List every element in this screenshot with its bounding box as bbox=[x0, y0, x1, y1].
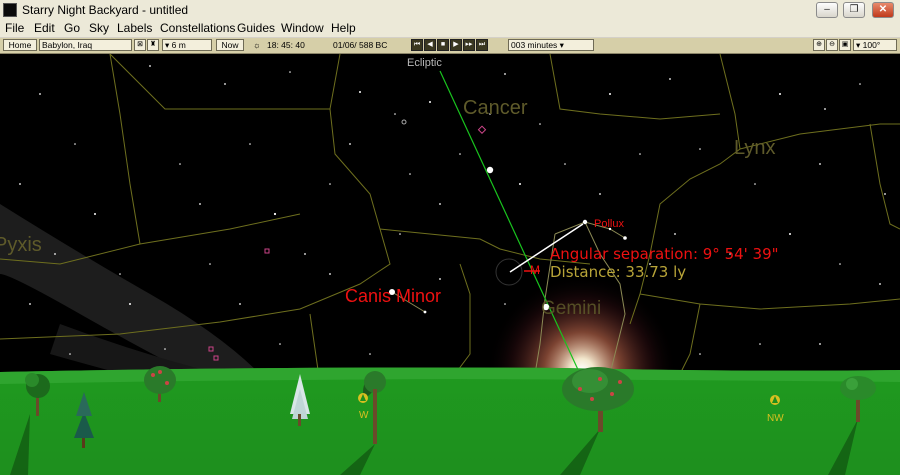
home-button[interactable]: Home bbox=[3, 39, 37, 51]
menu-edit[interactable]: Edit bbox=[34, 21, 55, 35]
ground bbox=[0, 367, 900, 475]
play-forward-icon[interactable]: ▶ bbox=[450, 39, 462, 51]
menu-guides[interactable]: Guides bbox=[237, 21, 275, 35]
minimize-button[interactable]: – bbox=[816, 2, 838, 18]
menu-file[interactable]: File bbox=[5, 21, 24, 35]
time-step-value: 003 minutes bbox=[511, 40, 558, 50]
distance-readout: Distance: 33.73 ly bbox=[550, 263, 686, 281]
ecliptic-label: Ecliptic bbox=[407, 57, 442, 69]
step-back-icon[interactable]: ⏮ bbox=[411, 39, 423, 51]
fov-dropdown[interactable]: ▾ 100° bbox=[853, 39, 897, 51]
constellation-label-gemini[interactable]: Gemini bbox=[541, 298, 601, 319]
compass-northwest-label: NW bbox=[767, 413, 784, 424]
menu-labels[interactable]: Labels bbox=[117, 21, 152, 35]
restore-button[interactable]: ❐ bbox=[843, 2, 865, 18]
toolbar: Home Babylon, Iraq ⊠ ♜ ▾ 6 m Now ☼ 18: 4… bbox=[0, 38, 900, 54]
measure-marker-label: M bbox=[530, 263, 540, 277]
constellation-label-lynx[interactable]: Lynx bbox=[734, 137, 776, 159]
zoom-in-icon[interactable]: ⊕ bbox=[813, 39, 825, 51]
menu-sky[interactable]: Sky bbox=[89, 21, 109, 35]
lock-icon[interactable]: ⊠ bbox=[134, 39, 146, 51]
menu-window[interactable]: Window bbox=[281, 21, 324, 35]
fast-forward-icon[interactable]: ▸▸ bbox=[463, 39, 475, 51]
now-button[interactable]: Now bbox=[216, 39, 244, 51]
location-field[interactable]: Babylon, Iraq bbox=[39, 39, 132, 51]
time-step-dropdown[interactable]: 003 minutes ▾ bbox=[508, 39, 594, 51]
constellation-label-canis-minor[interactable]: Canis Minor bbox=[345, 286, 441, 306]
elevation-arrow-icon: ▾ bbox=[165, 40, 172, 50]
viewer-icon[interactable]: ♜ bbox=[147, 39, 159, 51]
fov-value: 100° bbox=[862, 40, 881, 50]
elevation-dropdown[interactable]: ▾ 6 m bbox=[162, 39, 212, 51]
close-button[interactable]: ✕ bbox=[872, 2, 894, 18]
menu-help[interactable]: Help bbox=[331, 21, 356, 35]
compass-west-label: W bbox=[359, 410, 369, 421]
elevation-value: 6 m bbox=[171, 40, 186, 50]
stop-icon[interactable]: ■ bbox=[437, 39, 449, 51]
clock-icon: ☼ bbox=[250, 39, 260, 51]
time-field[interactable]: 18: 45: 40 bbox=[264, 39, 322, 51]
menu-bar: File Edit Go Sky Labels Constellations G… bbox=[0, 20, 900, 38]
menu-constellations[interactable]: Constellations bbox=[160, 21, 235, 35]
play-reverse-icon[interactable]: ◀ bbox=[424, 39, 436, 51]
menu-go[interactable]: Go bbox=[64, 21, 80, 35]
date-field[interactable]: 01/06/ 588 BC bbox=[330, 39, 406, 51]
time-step-arrow-icon: ▾ bbox=[557, 40, 564, 50]
window-title: Starry Night Backyard - untitled bbox=[22, 3, 189, 17]
star-label-pollux[interactable]: Pollux bbox=[594, 218, 624, 230]
fov-arrow-icon: ▾ bbox=[856, 40, 863, 50]
angular-separation-readout: Angular separation: 9° 54' 39" bbox=[550, 245, 779, 263]
title-bar: Starry Night Backyard - untitled – ❐ ✕ bbox=[0, 0, 900, 21]
zoom-out-icon[interactable]: ⊖ bbox=[826, 39, 838, 51]
starry-night-app-icon[interactable] bbox=[3, 3, 17, 17]
constellation-label-cancer[interactable]: Cancer bbox=[463, 97, 528, 119]
sky-view[interactable]: Ecliptic Cancer Lynx Pyxis Canis Minor G… bbox=[0, 54, 900, 475]
step-forward-icon[interactable]: ⏭ bbox=[476, 39, 488, 51]
zoom-menu-icon[interactable]: ▣ bbox=[839, 39, 851, 51]
constellation-label-pyxis[interactable]: Pyxis bbox=[0, 234, 42, 256]
